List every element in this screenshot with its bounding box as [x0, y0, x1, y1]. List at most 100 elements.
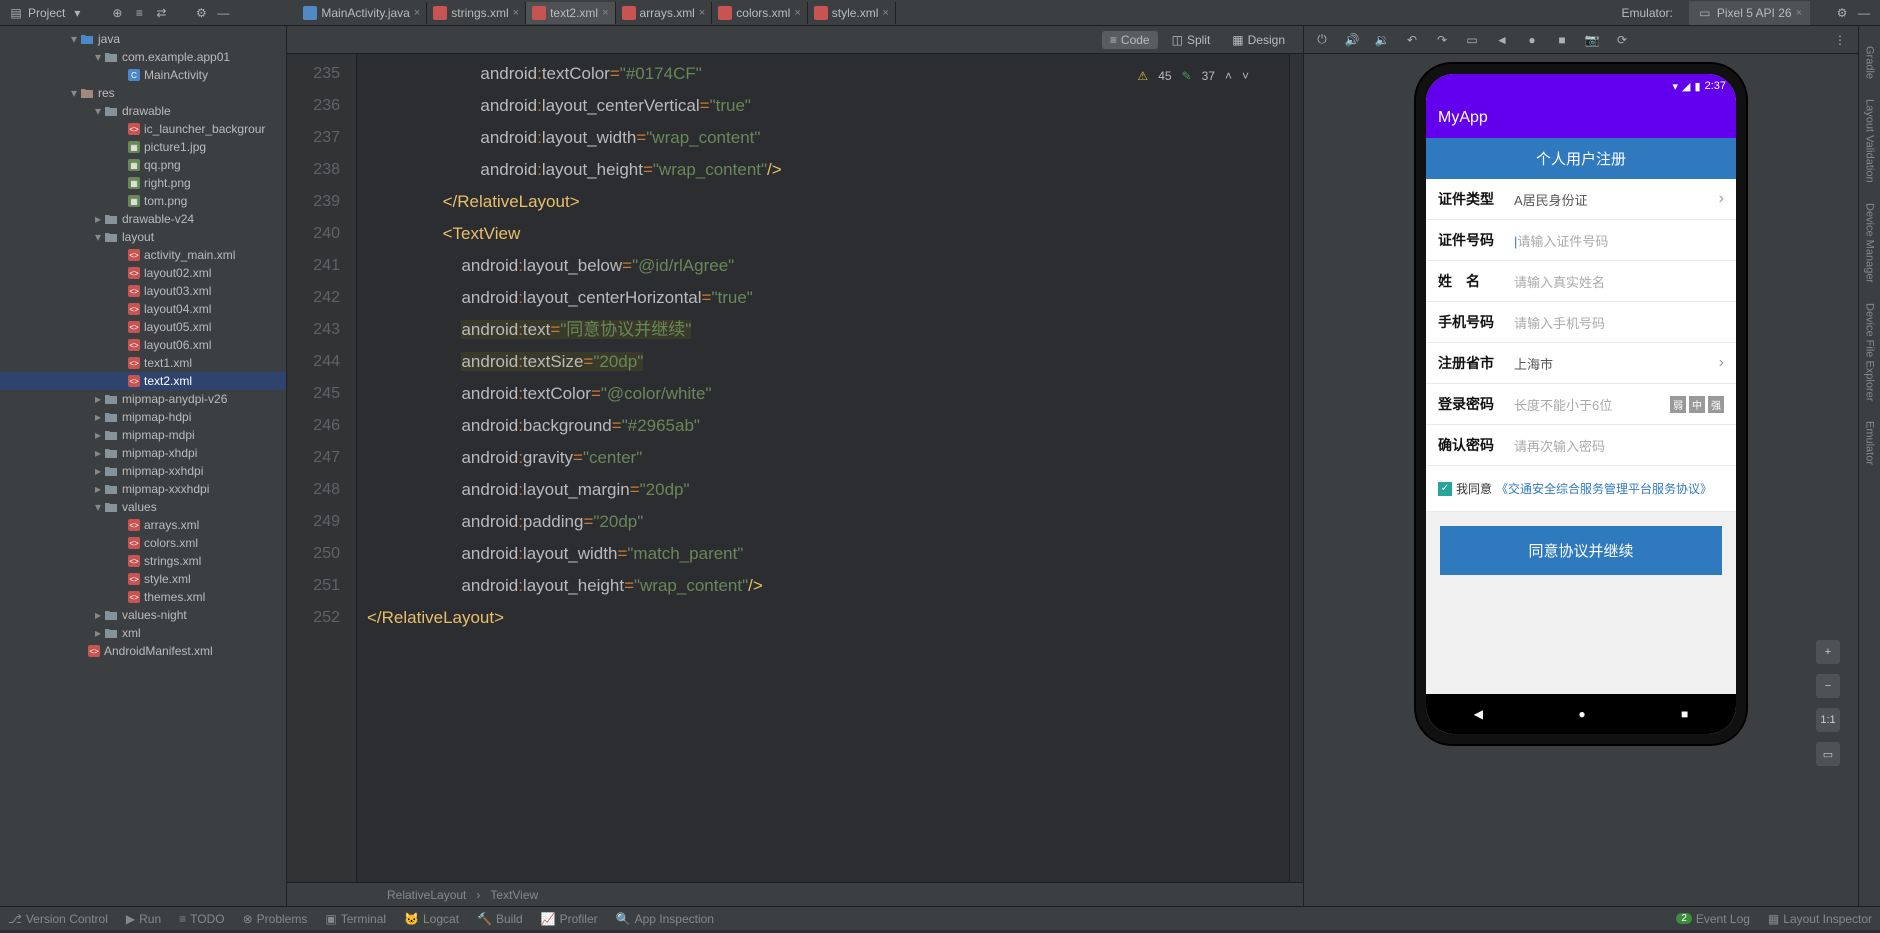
form-value[interactable]: 请输入手机号码 — [1514, 313, 1724, 332]
tree-item[interactable]: <>themes.xml — [0, 588, 286, 606]
code-line[interactable]: android:layout_margin="20dp" — [367, 474, 1289, 506]
tree-item[interactable]: ▦right.png — [0, 174, 286, 192]
form-value[interactable]: |请输入证件号码 — [1514, 231, 1724, 250]
tree-item[interactable]: ▸mipmap-mdpi — [0, 426, 286, 444]
tree-arrow-icon[interactable]: ▾ — [92, 50, 104, 64]
tree-item[interactable]: ▸drawable-v24 — [0, 210, 286, 228]
problems-indicator[interactable]: ⚠45 ✎37 ˄ ˅ — [1137, 60, 1249, 92]
code-line[interactable]: android:layout_centerVertical="true" — [367, 90, 1289, 122]
form-value[interactable]: 长度不能小于6位 — [1514, 395, 1670, 414]
bottom-tool-problems[interactable]: ⊗Problems — [243, 912, 308, 926]
code-pane[interactable]: ⚠45 ✎37 ˄ ˅ android:textColor="#0174CF" … — [357, 54, 1289, 882]
nav-home-icon[interactable]: ● — [1578, 707, 1585, 721]
tree-item[interactable]: ▦tom.png — [0, 192, 286, 210]
tree-item[interactable]: <>layout03.xml — [0, 282, 286, 300]
event-log-button[interactable]: 2 Event Log — [1676, 912, 1750, 926]
gutter-line[interactable]: 252 — [287, 602, 356, 634]
tree-arrow-icon[interactable]: ▸ — [92, 428, 104, 442]
submit-button[interactable]: 同意协议并继续 — [1440, 526, 1722, 575]
form-row[interactable]: 确认密码请再次输入密码 — [1426, 425, 1736, 466]
breadcrumb-item[interactable]: RelativeLayout — [387, 888, 466, 902]
gear-icon[interactable]: ⚙ — [193, 5, 209, 21]
gutter-line[interactable]: 246 — [287, 410, 356, 442]
code-line[interactable]: android:layout_centerHorizontal="true" — [367, 282, 1289, 314]
tree-item[interactable]: <>colors.xml — [0, 534, 286, 552]
hide-icon[interactable]: — — [215, 5, 231, 21]
form-row[interactable]: 手机号码请输入手机号码 — [1426, 302, 1736, 343]
bottom-tool-version-control[interactable]: ⎇Version Control — [8, 912, 108, 926]
zoom-fit-button[interactable]: ▭ — [1816, 742, 1840, 766]
bottom-tool-terminal[interactable]: ▣Terminal — [325, 912, 386, 926]
tree-arrow-icon[interactable]: ▾ — [92, 230, 104, 244]
code-line[interactable]: </RelativeLayout> — [367, 186, 1289, 218]
bottom-tool-build[interactable]: 🔨Build — [477, 912, 523, 926]
tree-item[interactable]: ▦picture1.jpg — [0, 138, 286, 156]
tree-item[interactable]: <>layout06.xml — [0, 336, 286, 354]
editor-tab[interactable]: arrays.xml× — [616, 2, 713, 24]
bottom-tool-app-inspection[interactable]: 🔍App Inspection — [616, 912, 714, 926]
rail-item-device-manager[interactable]: Device Manager — [1864, 203, 1876, 283]
bottom-tool-run[interactable]: ▶Run — [126, 912, 161, 926]
power-icon[interactable]: ⏻ — [1314, 32, 1330, 48]
tree-item[interactable]: <>strings.xml — [0, 552, 286, 570]
form-row[interactable]: 登录密码长度不能小于6位弱中强 — [1426, 384, 1736, 425]
bottom-tool-logcat[interactable]: 🐱Logcat — [404, 912, 459, 926]
collapse-icon[interactable]: ⇄ — [153, 5, 169, 21]
editor-tab[interactable]: style.xml× — [808, 2, 896, 24]
tree-item[interactable]: ▸mipmap-hdpi — [0, 408, 286, 426]
gutter-line[interactable]: 251 — [287, 570, 356, 602]
tree-item[interactable]: ▾res — [0, 84, 286, 102]
tree-item[interactable]: <>arrays.xml — [0, 516, 286, 534]
tree-item[interactable]: ▾values — [0, 498, 286, 516]
chevron-up-icon[interactable]: ˄ — [1225, 60, 1232, 92]
minimize-icon[interactable]: — — [1856, 5, 1872, 21]
form-value[interactable]: 请再次输入密码 — [1514, 436, 1724, 455]
tree-item[interactable]: <>text2.xml — [0, 372, 286, 390]
bottom-tool-profiler[interactable]: 📈Profiler — [541, 912, 598, 926]
gutter-line[interactable]: 237 — [287, 122, 356, 154]
snapshot-icon[interactable]: ⟳ — [1614, 32, 1630, 48]
tree-arrow-icon[interactable]: ▸ — [92, 446, 104, 460]
chevron-down-icon[interactable]: ˅ — [1242, 60, 1249, 92]
gutter-line[interactable]: 236 — [287, 90, 356, 122]
tree-item[interactable]: <>layout04.xml — [0, 300, 286, 318]
gutter-line[interactable]: 247 — [287, 442, 356, 474]
overview-icon[interactable]: ■ — [1554, 32, 1570, 48]
gutter-line[interactable]: 243 — [287, 314, 356, 346]
code-line[interactable]: android:textSize="20dp" — [367, 346, 1289, 378]
breadcrumb-item[interactable]: TextView — [490, 888, 538, 902]
tree-arrow-icon[interactable]: ▸ — [92, 392, 104, 406]
editor-body[interactable]: 2352362372382392402412422432442452462472… — [287, 54, 1303, 882]
code-line[interactable]: android:gravity="center" — [367, 442, 1289, 474]
gutter-line[interactable]: 244 — [287, 346, 356, 378]
close-icon[interactable]: × — [414, 7, 420, 19]
tree-item[interactable]: ▸values-night — [0, 606, 286, 624]
home-icon[interactable]: ● — [1524, 32, 1540, 48]
code-line[interactable]: android:layout_width="wrap_content" — [367, 122, 1289, 154]
code-line[interactable]: android:padding="20dp" — [367, 506, 1289, 538]
gutter-line[interactable]: 235 — [287, 58, 356, 90]
back-icon[interactable]: ◄ — [1494, 32, 1510, 48]
tree-arrow-icon[interactable]: ▸ — [92, 608, 104, 622]
zoom-reset-button[interactable]: 1:1 — [1816, 708, 1840, 732]
code-line[interactable]: android:layout_height="wrap_content"/> — [367, 154, 1289, 186]
tree-arrow-icon[interactable]: ▸ — [92, 410, 104, 424]
breadcrumb[interactable]: RelativeLayout › TextView — [287, 882, 1303, 906]
tree-arrow-icon[interactable]: ▸ — [92, 482, 104, 496]
code-line[interactable]: android:layout_height="wrap_content"/> — [367, 570, 1289, 602]
gutter-line[interactable]: 249 — [287, 506, 356, 538]
expand-icon[interactable]: ≡ — [131, 5, 147, 21]
tree-arrow-icon[interactable]: ▾ — [68, 32, 80, 46]
close-icon[interactable]: × — [602, 7, 608, 19]
target-icon[interactable]: ⊕ — [109, 5, 125, 21]
tree-item[interactable]: <>layout02.xml — [0, 264, 286, 282]
bottom-tool-todo[interactable]: ≡TODO — [179, 912, 224, 926]
gutter-line[interactable]: 242 — [287, 282, 356, 314]
tree-item[interactable]: ▾java — [0, 30, 286, 48]
gutter-line[interactable]: 241 — [287, 250, 356, 282]
editor-tab[interactable]: colors.xml× — [712, 2, 807, 24]
settings-icon[interactable]: ⚙ — [1834, 5, 1850, 21]
nav-back-icon[interactable]: ◀ — [1474, 707, 1483, 721]
mode-split[interactable]: ◫Split — [1164, 31, 1219, 49]
tree-arrow-icon[interactable]: ▾ — [92, 500, 104, 514]
